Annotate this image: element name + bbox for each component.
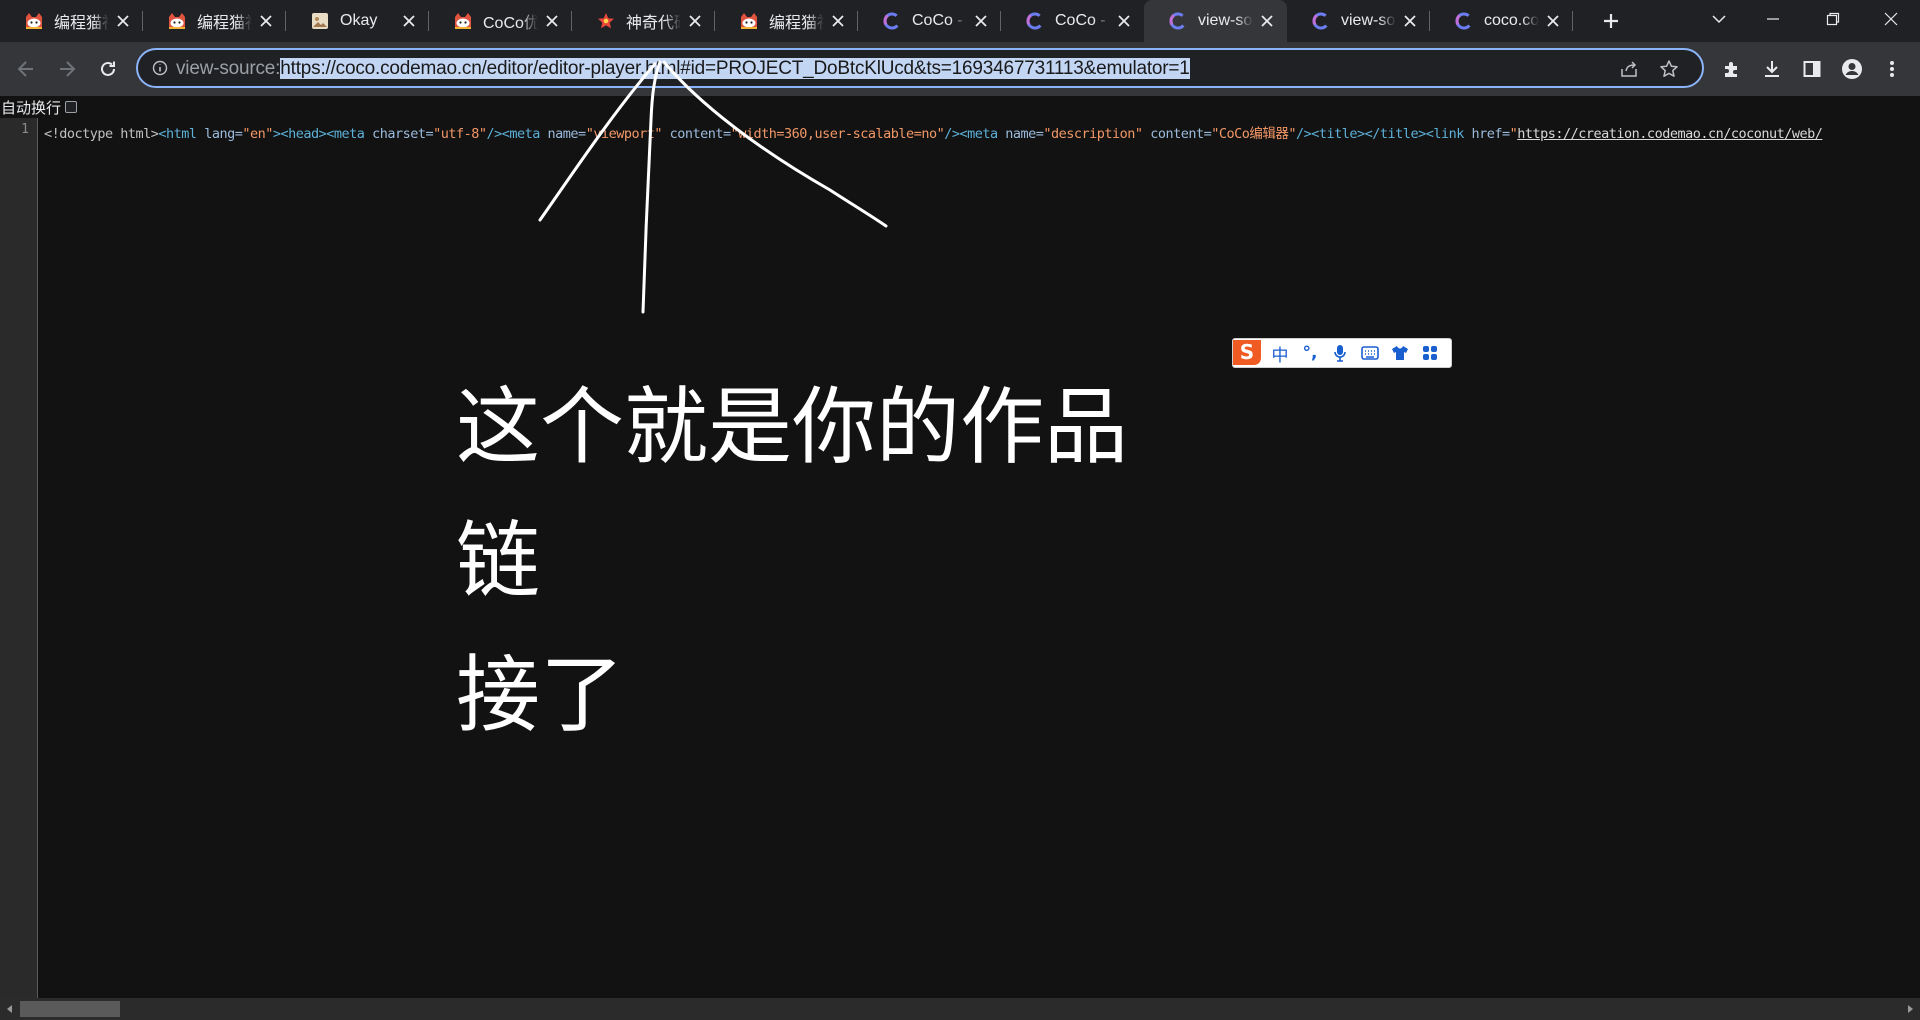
keyboard-icon[interactable] — [1355, 339, 1385, 367]
skin-shirt-icon[interactable] — [1385, 339, 1415, 367]
annotation-text: 这个就是你的作品链 接了 — [456, 360, 1196, 762]
horizontal-scrollbar[interactable] — [0, 998, 1920, 1020]
sogou-logo-icon[interactable]: S — [1229, 335, 1265, 369]
ime-toolbar[interactable]: S 中 °, — [1232, 338, 1452, 368]
chinese-mode-icon[interactable]: 中 — [1265, 339, 1295, 367]
scroll-right-icon[interactable] — [1905, 1004, 1915, 1014]
scroll-left-icon[interactable] — [5, 1004, 15, 1014]
microphone-icon[interactable] — [1325, 339, 1355, 367]
punctuation-icon[interactable]: °, — [1295, 339, 1325, 367]
annotation-line-1: 这个就是你的作品链 — [456, 378, 1129, 610]
toolbox-grid-icon[interactable] — [1415, 339, 1445, 367]
annotation-line-2: 接了 — [456, 646, 625, 744]
svg-text:S: S — [1240, 340, 1254, 364]
scrollbar-thumb[interactable] — [20, 1001, 120, 1017]
